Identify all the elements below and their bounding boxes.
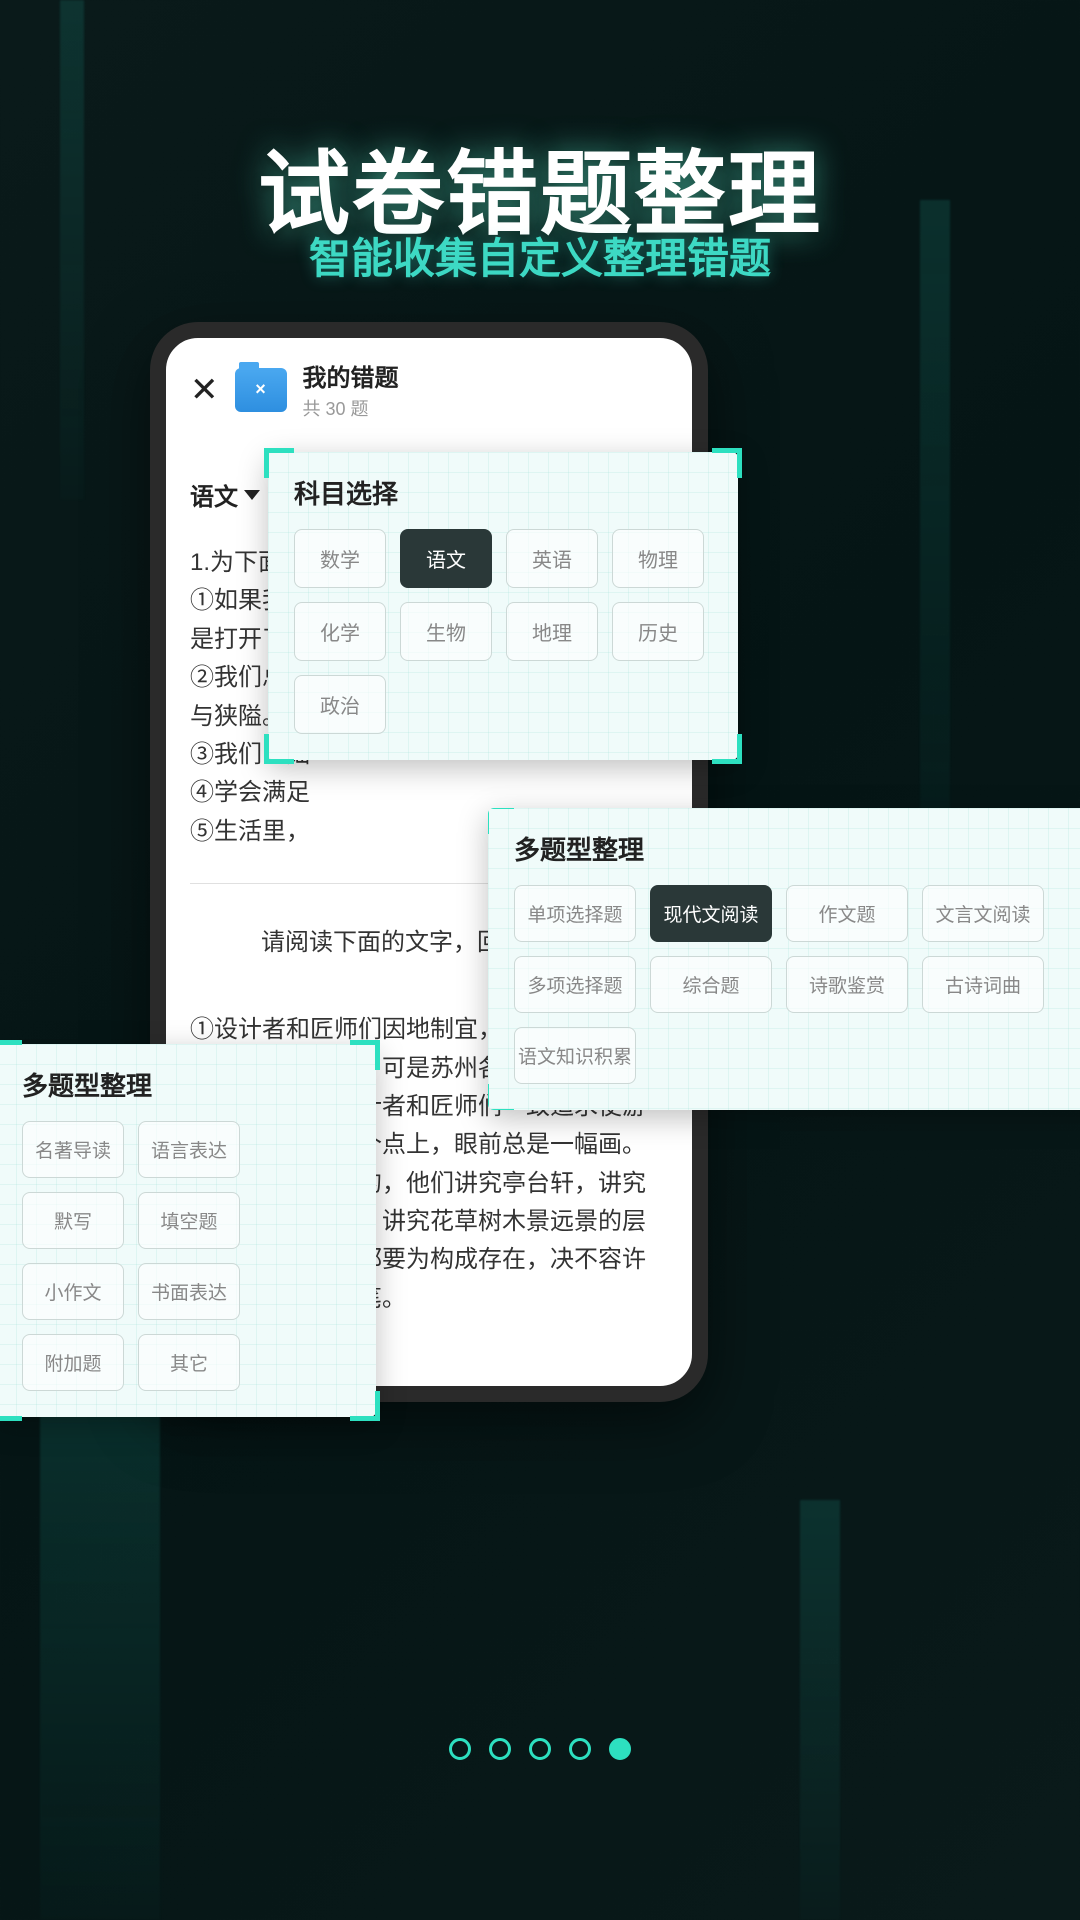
chip-option[interactable]: 默写	[22, 1192, 124, 1249]
page-header: ✕ × 我的错题 共 30 题	[166, 338, 692, 437]
pager-dot[interactable]	[489, 1738, 511, 1760]
panel-title: 多题型整理	[488, 808, 1080, 885]
bg-decoration	[920, 200, 950, 900]
subject-select-panel: 科目选择 数学语文英语物理化学生物地理历史政治	[268, 452, 738, 760]
chip-option[interactable]: 名著导读	[22, 1121, 124, 1178]
page-title: 我的错题	[303, 358, 399, 393]
chip-option[interactable]: 其它	[138, 1334, 240, 1391]
chip-option[interactable]: 综合题	[650, 956, 772, 1013]
chip-option[interactable]: 地理	[506, 602, 598, 661]
chip-option[interactable]: 作文题	[786, 885, 908, 942]
type-chip-grid: 名著导读语言表达默写填空题小作文书面表达附加题其它	[0, 1121, 376, 1417]
chip-option[interactable]: 现代文阅读	[650, 885, 772, 942]
pager-dots	[0, 1738, 1080, 1760]
chip-option[interactable]: 生物	[400, 602, 492, 661]
chip-option[interactable]: 历史	[612, 602, 704, 661]
chip-option[interactable]: 附加题	[22, 1334, 124, 1391]
chip-option[interactable]: 诗歌鉴赏	[786, 956, 908, 1013]
question-count: 共 30 题	[303, 395, 399, 421]
pager-dot[interactable]	[609, 1738, 631, 1760]
question-type-panel-left: 多题型整理 名著导读语言表达默写填空题小作文书面表达附加题其它	[0, 1044, 376, 1417]
chip-option[interactable]: 政治	[294, 675, 386, 734]
chip-option[interactable]: 语文知识积累	[514, 1027, 636, 1084]
bg-decoration	[800, 1500, 840, 1920]
chip-option[interactable]: 物理	[612, 529, 704, 588]
chip-option[interactable]: 古诗词曲	[922, 956, 1044, 1013]
subject-chip-grid: 数学语文英语物理化学生物地理历史政治	[268, 529, 738, 760]
chip-option[interactable]: 单项选择题	[514, 885, 636, 942]
chip-option[interactable]: 英语	[506, 529, 598, 588]
question-type-panel-right: 多题型整理 单项选择题现代文阅读作文题文言文阅读多项选择题综合题诗歌鉴赏古诗词曲…	[488, 808, 1080, 1110]
panel-title: 多题型整理	[0, 1044, 376, 1121]
close-icon[interactable]: ✕	[190, 370, 219, 410]
type-chip-grid: 单项选择题现代文阅读作文题文言文阅读多项选择题综合题诗歌鉴赏古诗词曲语文知识积累	[488, 885, 1080, 1110]
chip-option[interactable]: 文言文阅读	[922, 885, 1044, 942]
pager-dot[interactable]	[449, 1738, 471, 1760]
chip-option[interactable]: 书面表达	[138, 1263, 240, 1320]
pager-dot[interactable]	[569, 1738, 591, 1760]
folder-icon: ×	[235, 368, 287, 412]
chip-option[interactable]: 填空题	[138, 1192, 240, 1249]
chevron-down-icon	[244, 490, 260, 500]
chip-option[interactable]: 化学	[294, 602, 386, 661]
chip-option[interactable]: 数学	[294, 529, 386, 588]
chip-option[interactable]: 多项选择题	[514, 956, 636, 1013]
chip-option[interactable]: 语文	[400, 529, 492, 588]
chip-option[interactable]: 语言表达	[138, 1121, 240, 1178]
subject-label: 语文	[190, 477, 238, 512]
bg-decoration	[40, 1400, 160, 1920]
chip-option[interactable]: 小作文	[22, 1263, 124, 1320]
pager-dot[interactable]	[529, 1738, 551, 1760]
panel-title: 科目选择	[268, 452, 738, 529]
hero-subtitle: 智能收集自定义整理错题	[0, 225, 1080, 286]
